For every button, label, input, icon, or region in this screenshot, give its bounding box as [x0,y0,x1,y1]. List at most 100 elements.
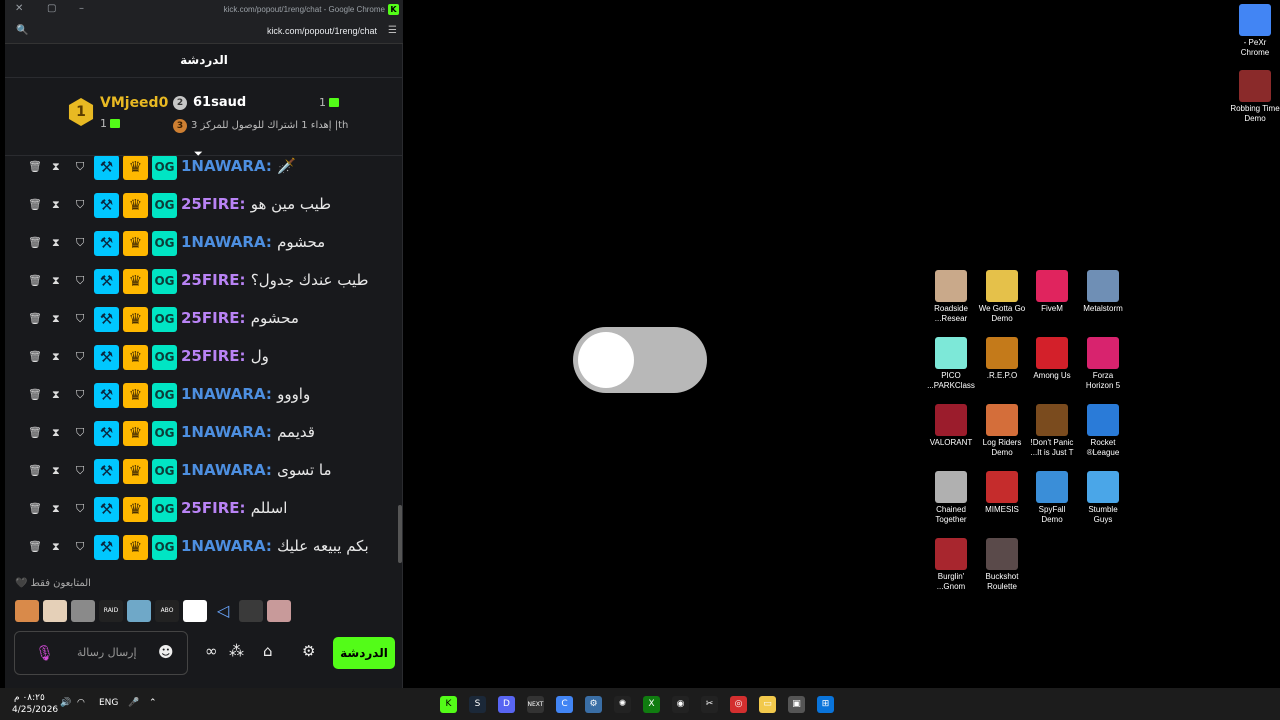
close-icon[interactable]: ✕ [15,3,23,14]
desktop-shortcut[interactable]: Robbing Time Demo [1230,70,1280,124]
delete-message-icon[interactable]: 🗑 [28,388,42,401]
message-input[interactable]: 🎙 إرسال رسالة ☻ [14,631,188,675]
delete-message-icon[interactable]: 🗑 [28,198,42,211]
message-username[interactable]: 25FIRE [181,347,240,365]
emote-arrow[interactable]: ◁ [211,600,235,622]
chat-send-button[interactable]: الدردشة [333,637,395,669]
timeout-icon[interactable]: ⧗ [52,198,60,212]
delete-message-icon[interactable]: 🗑 [28,540,42,553]
emote-cat-2[interactable] [267,600,291,622]
desktop-shortcut[interactable]: FiveM [1027,270,1077,314]
emote-arabic-1[interactable] [127,600,151,622]
language-indicator[interactable]: ENG [99,698,118,708]
tray-overflow-icon[interactable]: ⌃ [149,698,157,708]
timeout-icon[interactable]: ⧗ [52,312,60,326]
volume-icon[interactable]: 🔊 [60,698,71,708]
message-username[interactable]: 25FIRE [181,499,240,517]
emote-raid[interactable]: RAID [99,600,123,622]
predictions-icon[interactable]: ⁂ [229,642,244,660]
discord-taskbar-icon[interactable]: D [498,696,515,713]
emote-arabic-2[interactable] [183,600,207,622]
infinity-icon[interactable]: ∞ [205,642,218,660]
toggle-switch[interactable] [573,327,707,393]
desktop-shortcut[interactable]: Stumble Guys [1078,471,1128,525]
delete-message-icon[interactable]: 🗑 [28,160,42,173]
desktop-shortcut[interactable]: Burglin' ...Gnom [926,538,976,592]
ban-shield-icon[interactable]: ⛉ [76,160,84,174]
rank-2-username[interactable]: 61saud [193,95,246,110]
microphone-icon[interactable]: 🎙 [35,644,54,662]
clock-date[interactable]: 4/25/2026 [12,705,58,715]
ban-shield-icon[interactable]: ⛉ [76,236,84,250]
rank-1-username[interactable]: VMjeed0 [100,95,168,111]
mic-tray-icon[interactable]: 🎤 [128,698,139,708]
desktop-shortcut[interactable]: .R.E.P.O [977,337,1027,381]
delete-message-icon[interactable]: 🗑 [28,236,42,249]
settings-gear-icon[interactable]: ⚙ [302,642,315,660]
timeout-icon[interactable]: ⧗ [52,274,60,288]
timeout-icon[interactable]: ⧗ [52,388,60,402]
delete-message-icon[interactable]: 🗑 [28,464,42,477]
ban-shield-icon[interactable]: ⛉ [76,502,84,516]
desktop-shortcut[interactable]: MIMESIS [977,471,1027,515]
ban-shield-icon[interactable]: ⛉ [76,426,84,440]
message-username[interactable]: 1NAWARA [181,157,266,175]
timeout-icon[interactable]: ⧗ [52,502,60,516]
emote-cat[interactable] [43,600,67,622]
ban-shield-icon[interactable]: ⛉ [76,388,84,402]
emoji-icon[interactable]: ☻ [158,643,174,661]
next-taskbar-icon[interactable]: NEXT [527,696,544,713]
emote-fox[interactable] [15,600,39,622]
ban-shield-icon[interactable]: ⛉ [76,540,84,554]
message-username[interactable]: 1NAWARA [181,233,266,251]
task-view-taskbar-icon[interactable]: ▣ [788,696,805,713]
chat-scrollbar[interactable] [398,505,402,563]
maximize-icon[interactable]: ▢ [47,3,56,14]
desktop-shortcut[interactable]: Log Riders Demo [977,404,1027,458]
address-url[interactable]: kick.com/popout/1reng/chat [267,26,377,36]
desktop-shortcut[interactable]: SpyFall Demo [1027,471,1077,525]
app-taskbar-icon[interactable]: ◎ [730,696,747,713]
message-username[interactable]: 1NAWARA [181,423,266,441]
ban-shield-icon[interactable]: ⛉ [76,464,84,478]
timeout-icon[interactable]: ⧗ [52,426,60,440]
timeout-icon[interactable]: ⧗ [52,464,60,478]
desktop-shortcut[interactable]: Metalstorm [1078,270,1128,314]
emote-abo-taha[interactable]: ABO [155,600,179,622]
chrome-taskbar-icon[interactable]: C [556,696,573,713]
message-username[interactable]: 1NAWARA [181,537,266,555]
desktop-shortcut[interactable]: VALORANT [926,404,976,448]
toggle-knob[interactable] [578,332,634,388]
message-username[interactable]: 25FIRE [181,195,240,213]
ban-shield-icon[interactable]: ⛉ [76,198,84,212]
desktop-shortcut[interactable]: Buckshot Roulette [977,538,1027,592]
capcut-taskbar-icon[interactable]: ✂ [701,696,718,713]
desktop-shortcut[interactable]: !Don't Panic ...It is Just T [1027,404,1077,458]
site-info-icon[interactable]: 🔍 [16,25,28,36]
file-explorer-taskbar-icon[interactable]: ▭ [759,696,776,713]
message-username[interactable]: 1NAWARA [181,461,266,479]
message-username[interactable]: 25FIRE [181,271,240,289]
message-username[interactable]: 25FIRE [181,309,240,327]
timeout-icon[interactable]: ⧗ [52,540,60,554]
minimize-icon[interactable]: – [79,3,84,14]
desktop-shortcut[interactable]: Roadside ...Resear [926,270,976,324]
steam-taskbar-icon[interactable]: S [469,696,486,713]
desktop-shortcut[interactable]: Chained Together [926,471,976,525]
clock-time[interactable]: ٠٨:٢٥ م [14,693,45,703]
delete-message-icon[interactable]: 🗑 [28,502,42,515]
ban-shield-icon[interactable]: ⛉ [76,350,84,364]
obs-taskbar-icon[interactable]: ◉ [672,696,689,713]
steelseries-taskbar-icon[interactable]: ✺ [614,696,631,713]
desktop-shortcut[interactable]: We Gotta Go Demo [977,270,1027,324]
start-taskbar-icon[interactable]: ⊞ [817,696,834,713]
desktop-shortcut[interactable]: Among Us [1027,337,1077,381]
desktop-shortcut[interactable]: Forza Horizon 5 [1078,337,1128,391]
store-icon[interactable]: ⌂ [263,642,273,660]
xbox-taskbar-icon[interactable]: X [643,696,660,713]
desktop-shortcut[interactable]: Rocket ®League [1078,404,1128,458]
ban-shield-icon[interactable]: ⛉ [76,312,84,326]
emote-figure[interactable] [239,600,263,622]
delete-message-icon[interactable]: 🗑 [28,274,42,287]
wifi-icon[interactable]: ◠ [77,698,85,708]
